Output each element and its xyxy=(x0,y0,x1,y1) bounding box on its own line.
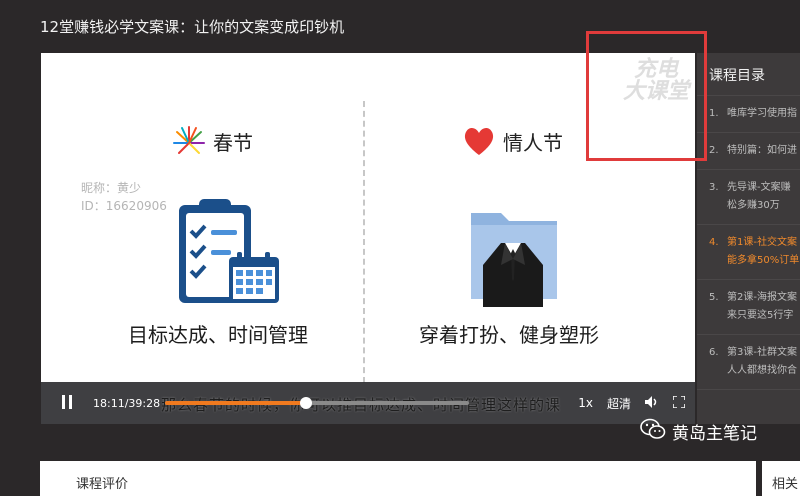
directory-item-number: 3. xyxy=(709,182,719,193)
directory-item[interactable]: 3. 先导课-文案赚 松多赚30万 xyxy=(697,170,800,225)
volume-icon[interactable] xyxy=(645,395,659,411)
quality-button[interactable]: 超清 xyxy=(607,395,631,412)
progress-fill xyxy=(165,401,306,405)
user-id: ID：16620906 xyxy=(81,199,167,213)
right-caption: 穿着打扮、健身塑形 xyxy=(419,323,599,347)
directory-item-text: 第2课-海报文案 来只要这5行字 xyxy=(727,289,797,325)
valentines-label: 情人节 xyxy=(503,130,563,155)
spring-festival-label: 春节 xyxy=(213,130,253,155)
valentines-heading: 情人节 xyxy=(459,123,563,159)
directory-item-text: 特别篇：如何进 xyxy=(727,142,797,160)
suit-folder-icon xyxy=(461,203,569,313)
directory-title: 课程目录 xyxy=(697,53,800,96)
directory-item-number: 2. xyxy=(709,145,719,156)
directory-item-number: 5. xyxy=(709,292,719,303)
directory-item[interactable]: 2. 特别篇：如何进 xyxy=(697,133,800,170)
directory-item[interactable]: 6. 第3课-社群文案 人人都想找你合 xyxy=(697,335,800,390)
right-controls: 1x 超清 xyxy=(578,394,695,412)
directory-item-line1: 先导课-文案赚 xyxy=(727,182,791,193)
progress-bar[interactable] xyxy=(165,397,469,409)
spring-festival-heading: 春节 xyxy=(169,123,253,159)
directory-item-line2: 来只要这5行字 xyxy=(727,310,794,321)
directory-item[interactable]: 4. 第1课-社交文案 能多拿50%订单 xyxy=(697,225,800,280)
speed-button[interactable]: 1x xyxy=(578,396,593,410)
directory-item-text: 第3课-社群文案 人人都想找你合 xyxy=(727,344,797,380)
highlight-box xyxy=(586,31,707,161)
fullscreen-icon[interactable] xyxy=(672,394,686,411)
reviews-card: 课程评价 xyxy=(40,461,756,496)
course-directory: 课程目录 1. 唯库学习使用指 2. 特别篇：如何进 3. 先导课-文案赚 松多赚30万 4.… xyxy=(697,53,800,424)
player-controls: 那么春节的时候，你可以推目标达成、时间管理这样的课 18:11/39:28 1x… xyxy=(41,382,695,424)
directory-item-line1: 第1课-社交文案 xyxy=(727,237,797,248)
wechat-icon xyxy=(640,418,666,445)
directory-item-text: 先导课-文案赚 松多赚30万 xyxy=(727,179,791,215)
slide-divider xyxy=(363,101,365,383)
user-watermark: 昵称：黄少 ID：16620906 xyxy=(81,179,167,215)
pause-icon xyxy=(61,394,73,412)
directory-item-line2: 人人都想找你合 xyxy=(727,365,797,376)
heart-icon xyxy=(459,123,499,159)
directory-item-line2: 能多拿50%订单 xyxy=(727,255,800,266)
left-caption: 目标达成、时间管理 xyxy=(128,323,308,347)
directory-item-number: 6. xyxy=(709,347,719,358)
directory-item-line2: 松多赚30万 xyxy=(727,200,780,211)
directory-item-text: 第1课-社交文案 能多拿50%订单 xyxy=(727,234,799,270)
user-nickname: 昵称：黄少 xyxy=(81,181,142,195)
clipboard-checklist-icon xyxy=(175,195,285,311)
directory-list: 1. 唯库学习使用指 2. 特别篇：如何进 3. 先导课-文案赚 松多赚30万 4. 第1课-社… xyxy=(697,96,800,390)
directory-item[interactable]: 5. 第2课-海报文案 来只要这5行字 xyxy=(697,280,800,335)
brand-name: 黄岛主笔记 xyxy=(672,424,757,444)
progress-knob[interactable] xyxy=(299,397,312,409)
course-title: 12堂赚钱必学文案课：让你的文案变成印钞机 xyxy=(40,18,345,36)
reviews-label[interactable]: 课程评价 xyxy=(76,473,128,492)
directory-item-number: 1. xyxy=(709,108,719,119)
directory-item-number: 4. xyxy=(709,237,719,248)
time-display: 18:11/39:28 xyxy=(93,396,161,410)
directory-item-line1: 唯库学习使用指 xyxy=(727,108,797,119)
related-label[interactable]: 相关 xyxy=(772,473,798,492)
directory-item[interactable]: 1. 唯库学习使用指 xyxy=(697,96,800,133)
pause-button[interactable] xyxy=(49,382,85,424)
directory-item-text: 唯库学习使用指 xyxy=(727,105,797,123)
directory-item-line1: 第2课-海报文案 xyxy=(727,292,797,303)
related-card: 相关 xyxy=(762,461,800,496)
brand-overlay: 黄岛主笔记 xyxy=(640,418,757,445)
directory-item-line1: 第3课-社群文案 xyxy=(727,347,797,358)
directory-item-line1: 特别篇：如何进 xyxy=(727,145,797,156)
fireworks-icon xyxy=(169,123,209,159)
